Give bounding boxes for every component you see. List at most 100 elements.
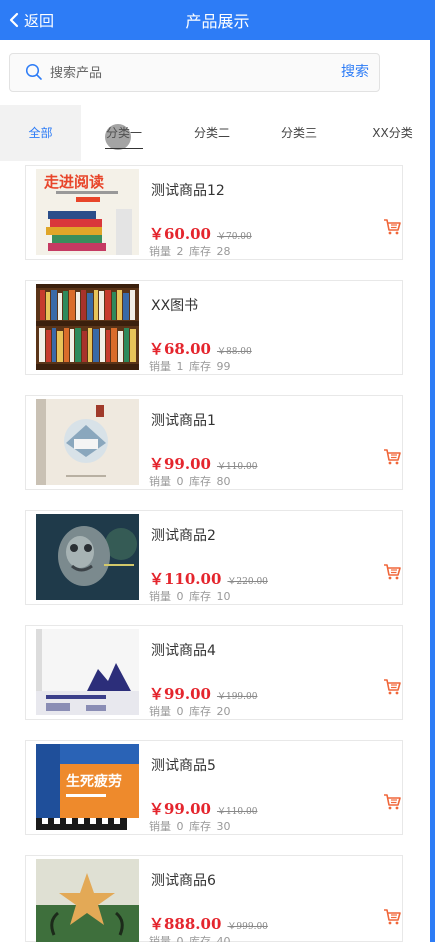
scrollbar-strip: [430, 40, 435, 942]
product-image: 生死疲劳: [36, 744, 139, 830]
cart-icon[interactable]: [383, 908, 401, 930]
touch-ripple: [105, 124, 131, 150]
product-price: ￥99.00: [149, 800, 211, 818]
product-image: [36, 859, 139, 942]
product-page: 返回 产品展示 搜索 全部 分类一 分类二 分类三 XX分类 走进阅读: [0, 0, 435, 942]
product-name: 测试商品2: [151, 528, 216, 544]
product-image: [36, 284, 139, 370]
sales-label: 销量: [149, 360, 171, 373]
product-image: [36, 399, 139, 485]
sales-count: 1: [176, 360, 184, 373]
product-price: ￥888.00: [149, 915, 222, 933]
search-box: 搜索: [9, 53, 380, 92]
product-price: ￥99.00: [149, 455, 211, 473]
sales-label: 销量: [149, 935, 171, 942]
product-card[interactable]: 测试商品6 ￥888.00 ￥999.00 销量 0 库存 40: [25, 855, 403, 942]
stock-label: 库存: [189, 360, 211, 373]
price-row: ￥110.00 ￥220.00: [149, 568, 268, 589]
thumb-title: 走进阅读: [44, 173, 104, 191]
sales-stock: 销量 0 库存 80: [149, 473, 233, 489]
product-name: 测试商品5: [151, 758, 216, 774]
product-card[interactable]: XX图书 ￥68.00 ￥88.00 销量 1 库存 99: [25, 280, 403, 375]
sales-label: 销量: [149, 820, 171, 833]
sales-label: 销量: [149, 475, 171, 488]
product-image: [36, 514, 139, 600]
product-card[interactable]: 走进阅读 测试商品12 ￥60.00 ￥70.00 销量 2 库存 28: [25, 165, 403, 260]
tab-category-xx[interactable]: XX分类: [355, 105, 430, 161]
price-row: ￥60.00 ￥70.00: [149, 223, 252, 244]
product-price: ￥60.00: [149, 225, 211, 243]
stock-label: 库存: [189, 935, 211, 942]
cart-icon[interactable]: [383, 563, 401, 585]
price-row: ￥99.00 ￥110.00: [149, 453, 257, 474]
product-image: 走进阅读: [36, 169, 139, 255]
sales-stock: 销量 2 库存 28: [149, 243, 233, 259]
cart-icon[interactable]: [383, 218, 401, 240]
original-price: ￥220.00: [227, 577, 268, 587]
sales-count: 2: [176, 245, 184, 258]
sales-count: 0: [176, 705, 184, 718]
header-bar: 返回 产品展示: [0, 0, 435, 40]
tab-category-3[interactable]: 分类三: [265, 105, 333, 161]
stock-label: 库存: [189, 475, 211, 488]
stock-count: 99: [216, 360, 231, 373]
cart-icon[interactable]: [383, 678, 401, 700]
price-row: ￥888.00 ￥999.00: [149, 913, 268, 934]
stock-count: 28: [216, 245, 231, 258]
product-image: [36, 629, 139, 715]
sales-label: 销量: [149, 245, 171, 258]
sales-stock: 销量 0 库存 40: [149, 933, 233, 942]
product-price: ￥99.00: [149, 685, 211, 703]
stock-count: 80: [216, 475, 231, 488]
search-icon: [25, 63, 43, 85]
tab-underline: [105, 148, 143, 149]
product-name: XX图书: [151, 298, 199, 314]
product-card[interactable]: 测试商品1 ￥99.00 ￥110.00 销量 0 库存 80: [25, 395, 403, 490]
product-name: 测试商品12: [151, 183, 225, 199]
stock-label: 库存: [189, 820, 211, 833]
search-button[interactable]: 搜索: [341, 54, 369, 91]
original-price: ￥999.00: [227, 922, 268, 932]
original-price: ￥70.00: [216, 232, 252, 242]
sales-count: 0: [176, 935, 184, 942]
stock-count: 20: [216, 705, 231, 718]
thumb-title: 生死疲劳: [66, 773, 122, 790]
sales-count: 0: [176, 475, 184, 488]
product-price: ￥68.00: [149, 340, 211, 358]
page-title: 产品展示: [185, 12, 250, 31]
cart-icon[interactable]: [383, 793, 401, 815]
product-card[interactable]: 测试商品4 ￥99.00 ￥199.00 销量 0 库存 20: [25, 625, 403, 720]
product-name: 测试商品4: [151, 643, 216, 659]
search-input[interactable]: [50, 60, 320, 86]
stock-label: 库存: [189, 245, 211, 258]
sales-stock: 销量 0 库存 20: [149, 703, 233, 719]
product-card[interactable]: 测试商品2 ￥110.00 ￥220.00 销量 0 库存 10: [25, 510, 403, 605]
price-row: ￥99.00 ￥110.00: [149, 798, 257, 819]
product-card[interactable]: 生死疲劳 测试商品5 ￥99.00 ￥110.00 销量 0 库存 30: [25, 740, 403, 835]
sales-stock: 销量 0 库存 30: [149, 818, 233, 834]
product-price: ￥110.00: [149, 570, 222, 588]
sales-label: 销量: [149, 590, 171, 603]
sales-count: 0: [176, 590, 184, 603]
sales-stock: 销量 0 库存 10: [149, 588, 233, 604]
price-row: ￥99.00 ￥199.00: [149, 683, 257, 704]
stock-count: 30: [216, 820, 231, 833]
stock-count: 10: [216, 590, 231, 603]
original-price: ￥110.00: [216, 462, 258, 472]
cart-icon[interactable]: [383, 448, 401, 470]
stock-label: 库存: [189, 705, 211, 718]
tab-category-2[interactable]: 分类二: [178, 105, 246, 161]
sales-count: 0: [176, 820, 184, 833]
original-price: ￥88.00: [216, 347, 252, 357]
original-price: ￥110.00: [216, 807, 258, 817]
stock-count: 40: [216, 935, 231, 942]
product-name: 测试商品6: [151, 873, 216, 889]
sales-stock: 销量 1 库存 99: [149, 358, 233, 374]
category-tabs: 全部 分类一 分类二 分类三 XX分类: [0, 105, 430, 161]
product-name: 测试商品1: [151, 413, 216, 429]
stock-label: 库存: [189, 590, 211, 603]
tab-all[interactable]: 全部: [0, 105, 81, 161]
sales-label: 销量: [149, 705, 171, 718]
price-row: ￥68.00 ￥88.00: [149, 338, 252, 359]
original-price: ￥199.00: [216, 692, 258, 702]
